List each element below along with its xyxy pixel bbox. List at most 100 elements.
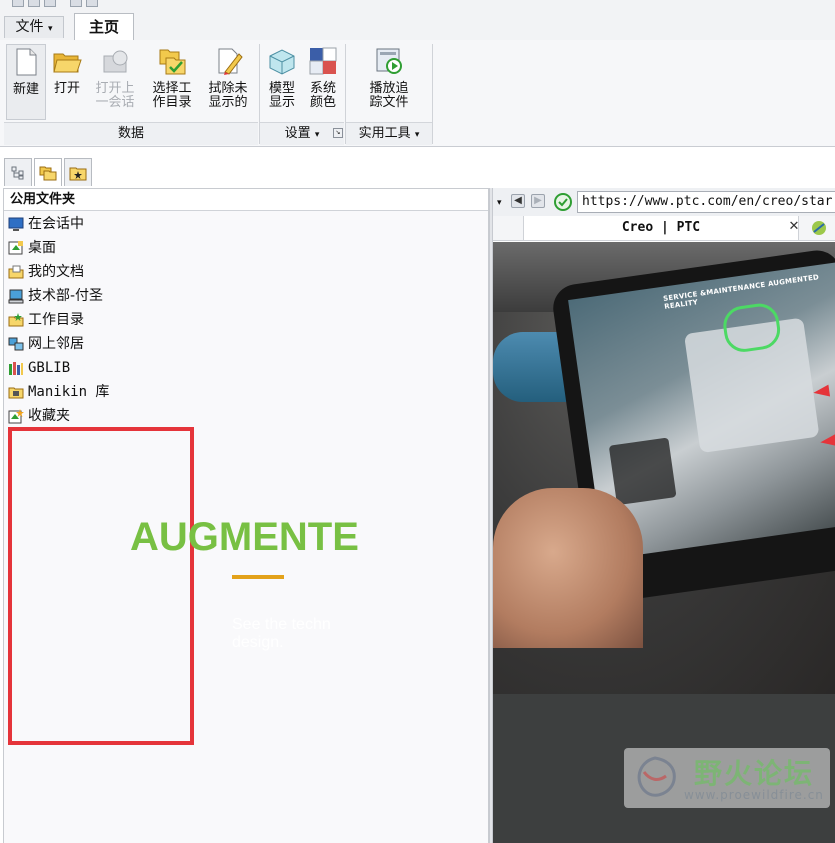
tab-model-tree[interactable]: [4, 158, 32, 186]
playback-trail-label-2: 踪文件: [369, 95, 409, 110]
settings-label: 设置: [284, 126, 311, 141]
model-display-label-2: 显示: [268, 95, 295, 110]
open-last-session-label-1: 打开上: [95, 81, 135, 96]
chevron-down-icon: ▾: [314, 130, 320, 140]
working-directory-icon: [159, 49, 186, 75]
system-colors-button[interactable]: 系统 颜色: [304, 44, 342, 120]
select-working-directory-label-1: 选择工: [152, 81, 192, 96]
tab-creo-ptc[interactable]: Creo | PTC: [523, 216, 799, 240]
working-folder-icon: [8, 313, 24, 327]
tab-favorites[interactable]: [64, 158, 92, 186]
highlight-annotation-box: [8, 427, 194, 745]
quick-access-new-icon[interactable]: [12, 0, 24, 7]
ribbon-tab-bar: 文件 ▾ 主页: [0, 0, 835, 41]
quick-access-redo-icon[interactable]: [86, 0, 98, 7]
browser-tab-strip: Creo | PTC ✕: [493, 216, 835, 241]
headline-underline: [232, 575, 284, 579]
tab-home[interactable]: 主页: [74, 13, 134, 41]
library-icon: [9, 362, 23, 375]
quick-access-save-icon[interactable]: [44, 0, 56, 7]
select-working-directory-label-2: 作目录: [152, 95, 192, 110]
utilities-label: 实用工具: [358, 126, 411, 141]
chevron-down-icon[interactable]: ▾: [497, 198, 502, 208]
nav-item-gblib[interactable]: GBLIB: [8, 357, 70, 379]
file-menu-tab[interactable]: 文件 ▾: [4, 16, 64, 38]
nav-item-label: Manikin 库: [28, 384, 110, 400]
nav-item-label: GBLIB: [28, 360, 71, 376]
ptc-favicon-icon[interactable]: [811, 220, 827, 236]
watermark-text: 野火论坛: [694, 757, 815, 790]
playback-trail-icon: [376, 48, 402, 74]
select-working-directory-button[interactable]: 选择工 作目录: [146, 44, 198, 120]
nav-item-label: 工作目录: [28, 312, 84, 328]
browser-toolbar: ▾ ◀ ▶ https://www.ptc.com/en/creo/star: [493, 188, 835, 217]
chevron-down-icon: ▾: [47, 24, 53, 34]
hero-headline: AUGMENTE: [130, 515, 359, 559]
back-arrow-icon[interactable]: ◀: [511, 194, 525, 208]
nav-item-working-directory[interactable]: 工作目录: [8, 309, 84, 331]
desktop-icon: [8, 241, 23, 255]
ribbon-group-separator: [432, 44, 433, 144]
dialog-launcher-icon[interactable]: ↘: [333, 128, 343, 138]
hand-holding-tablet: [493, 488, 643, 648]
documents-folder-icon: [8, 265, 24, 279]
new-button[interactable]: 新建: [6, 44, 46, 120]
erase-not-displayed-button[interactable]: 拭除未 显示的: [202, 44, 254, 120]
nav-item-label: 在会话中: [28, 216, 84, 232]
nav-item-label: 桌面: [28, 240, 56, 256]
model-display-icon: [269, 49, 295, 75]
chevron-down-icon: ▾: [414, 130, 420, 140]
watermark-url: www.proewildfire.cn: [684, 788, 824, 802]
refresh-icon[interactable]: [553, 192, 573, 212]
open-button[interactable]: 打开: [50, 44, 84, 120]
navigator-tabs: [0, 158, 100, 188]
watermark-logo-icon: [637, 756, 676, 797]
group-label-data: 数据: [4, 122, 258, 145]
embedded-browser: ▾ ◀ ▶ https://www.ptc.com/en/creo/star C…: [493, 188, 835, 843]
ar-scan-panel: [608, 437, 677, 506]
open-last-session-icon: [103, 50, 128, 73]
group-label-utilities[interactable]: 实用工具 ▾: [346, 122, 432, 145]
monitor-icon: [8, 217, 24, 231]
nav-item-desktop[interactable]: 桌面: [8, 237, 56, 259]
nav-item-computer[interactable]: 技术部-付圣: [8, 285, 103, 307]
nav-item-label: 技术部-付圣: [28, 288, 104, 304]
hero-subtext-line-1: See the techn: [232, 616, 331, 633]
ribbon: 新建 打开 打开上 一会话 选择工 作目录 拭除未 显示的 数据 模型 显示 系…: [0, 40, 835, 147]
nav-item-manikin-library[interactable]: Manikin 库: [8, 381, 109, 403]
playback-trail-label-1: 播放追: [369, 81, 409, 96]
folder-browser-icon: [39, 166, 57, 180]
model-display-button[interactable]: 模型 显示: [264, 44, 300, 120]
manikin-folder-icon: [8, 387, 24, 399]
ar-red-arrow: [812, 384, 831, 399]
open-last-session-button[interactable]: 打开上 一会话: [90, 44, 140, 120]
new-file-icon: [16, 48, 37, 76]
nav-item-favorites[interactable]: 收藏夹: [8, 405, 70, 427]
forward-arrow-icon[interactable]: ▶: [531, 194, 545, 208]
open-folder-icon: [53, 53, 82, 73]
group-label-settings[interactable]: 设置 ▾: [260, 122, 344, 145]
nav-item-label: 收藏夹: [28, 408, 70, 424]
erase-icon: [218, 48, 243, 75]
favorites-folder-icon: [69, 167, 87, 180]
system-colors-label-2: 颜色: [309, 95, 336, 110]
close-icon[interactable]: ✕: [787, 220, 801, 234]
new-label: 新建: [12, 82, 39, 97]
nav-item-label: 网上邻居: [28, 336, 84, 352]
system-colors-icon: [309, 47, 337, 75]
file-tab-label: 文件: [15, 19, 44, 35]
open-label: 打开: [53, 81, 80, 96]
system-colors-label-1: 系统: [309, 81, 336, 96]
common-folders-header: 公用文件夹: [4, 189, 488, 211]
tab-folder-browser[interactable]: [34, 158, 62, 186]
nav-item-label: 我的文档: [28, 264, 84, 280]
address-bar-input[interactable]: https://www.ptc.com/en/creo/star: [577, 191, 835, 213]
quick-access-undo-icon[interactable]: [70, 0, 82, 7]
network-icon: [8, 337, 24, 351]
nav-item-network[interactable]: 网上邻居: [8, 333, 84, 355]
erase-not-displayed-label-1: 拭除未: [208, 81, 248, 96]
quick-access-open-icon[interactable]: [28, 0, 40, 7]
nav-item-my-documents[interactable]: 我的文档: [8, 261, 84, 283]
playback-trail-button[interactable]: 播放追 踪文件: [360, 44, 418, 120]
nav-item-in-session[interactable]: 在会话中: [8, 213, 84, 235]
